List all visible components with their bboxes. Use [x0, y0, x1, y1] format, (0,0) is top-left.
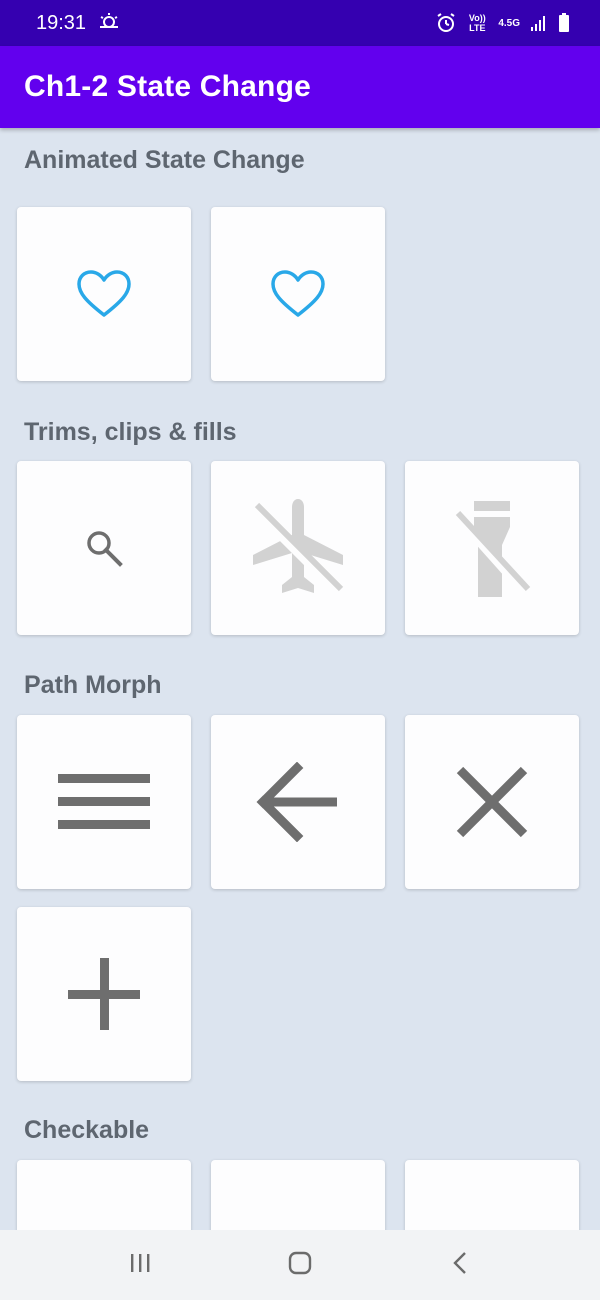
- status-time: 19:31: [36, 11, 87, 34]
- section-title-morph: Path Morph: [24, 671, 162, 699]
- card-arrow-back[interactable]: [211, 715, 385, 889]
- home-icon: [287, 1250, 313, 1281]
- card-heart-1[interactable]: [17, 207, 191, 381]
- section-title-animated: Animated State Change: [24, 146, 305, 174]
- cloud-sun-icon: [98, 12, 120, 35]
- card-heart-2[interactable]: [211, 207, 385, 381]
- search-icon: [80, 524, 128, 572]
- card-flashlight[interactable]: [405, 461, 579, 635]
- recents-button[interactable]: [110, 1235, 170, 1295]
- card-search[interactable]: [17, 461, 191, 635]
- status-right: Vo)) LTE 4.5G: [436, 13, 570, 33]
- card-close[interactable]: [405, 715, 579, 889]
- flashlight-off-icon: [442, 493, 542, 603]
- section-title-trims: Trims, clips & fills: [24, 418, 237, 446]
- section-title-checkable: Checkable: [24, 1116, 150, 1144]
- recents-icon: [128, 1252, 152, 1279]
- arrow-back-icon: [253, 762, 343, 842]
- airplane-off-icon: [243, 493, 353, 603]
- battery-icon: [558, 13, 570, 33]
- plus-icon: [64, 954, 144, 1034]
- network-label: 4.5G: [498, 17, 520, 29]
- back-button[interactable]: [430, 1235, 490, 1295]
- nav-bar: [0, 1230, 600, 1300]
- card-radio[interactable]: [211, 1160, 385, 1230]
- card-plus[interactable]: [17, 907, 191, 1081]
- card-menu[interactable]: [17, 715, 191, 889]
- home-button[interactable]: [270, 1235, 330, 1295]
- back-icon: [451, 1250, 469, 1281]
- volte-label: Vo)) LTE: [468, 13, 486, 33]
- heart-outline-icon: [270, 269, 326, 319]
- close-icon: [452, 762, 532, 842]
- card-blank[interactable]: [405, 1160, 579, 1230]
- status-left: 19:31: [36, 12, 120, 35]
- app-title: Ch1-2 State Change: [24, 70, 311, 103]
- menu-icon: [56, 770, 152, 834]
- alarm-icon: [436, 13, 456, 33]
- app-bar: Ch1-2 State Change: [0, 46, 600, 128]
- card-checkbox[interactable]: [17, 1160, 191, 1230]
- signal-icon: [530, 14, 548, 32]
- content-scroll[interactable]: Animated State Change Trims, clips & fil…: [0, 128, 600, 1230]
- card-airplane[interactable]: [211, 461, 385, 635]
- heart-outline-icon: [76, 269, 132, 319]
- status-bar: 19:31 Vo)) LTE 4.5G: [0, 0, 600, 46]
